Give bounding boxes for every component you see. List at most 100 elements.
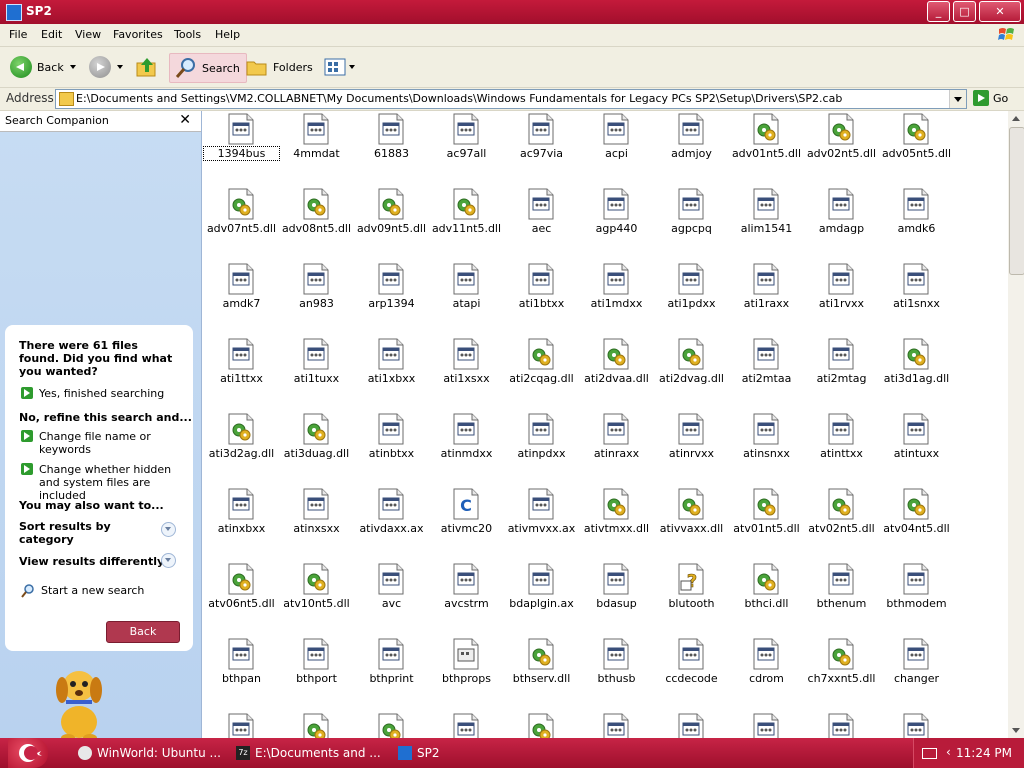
file-item[interactable]: ati3d2ag.dll	[204, 411, 279, 481]
file-item[interactable]: ativvaxx.dll	[654, 486, 729, 556]
file-item[interactable]: atv02nt5.dll	[804, 486, 879, 556]
menu-favorites[interactable]: Favorites	[113, 28, 163, 41]
address-dropdown-icon[interactable]	[949, 90, 966, 108]
file-item[interactable]: ati1raxx	[729, 261, 804, 331]
menu-tools[interactable]: Tools	[174, 28, 201, 41]
file-item[interactable]: adv05nt5.dll	[879, 111, 954, 181]
file-item[interactable]: adv09nt5.dll	[354, 186, 429, 256]
file-item[interactable]: atinbtxx	[354, 411, 429, 481]
file-item[interactable]: atintuxx	[879, 411, 954, 481]
file-item[interactable]: ati1ttxx	[204, 336, 279, 406]
file-item[interactable]: atinrvxx	[654, 411, 729, 481]
views-button[interactable]	[324, 53, 355, 81]
file-item[interactable]: ati1rvxx	[804, 261, 879, 331]
file-item[interactable]: adv02nt5.dll	[804, 111, 879, 181]
file-item[interactable]: ati3duag.dll	[279, 411, 354, 481]
address-path[interactable]: E:\Documents and Settings\VM2.COLLABNET\…	[76, 92, 842, 105]
file-item[interactable]: ati1mdxx	[579, 261, 654, 331]
vertical-scrollbar[interactable]	[1008, 111, 1024, 738]
file-item[interactable]: acpi	[579, 111, 654, 181]
file-item[interactable]	[354, 711, 429, 738]
view-results-link[interactable]: View results differently	[19, 555, 164, 568]
file-item[interactable]	[579, 711, 654, 738]
address-input[interactable]: E:\Documents and Settings\VM2.COLLABNET\…	[55, 89, 967, 109]
file-item[interactable]: ativmvxx.ax	[504, 486, 579, 556]
yes-finished-link[interactable]: Yes, finished searching	[21, 387, 164, 400]
file-item[interactable]: bthpan	[204, 636, 279, 706]
scroll-down-arrow-icon[interactable]	[1008, 722, 1024, 738]
file-item[interactable]: ati2mtaa	[729, 336, 804, 406]
sort-results-link[interactable]: Sort results by category	[19, 520, 129, 546]
companion-back-button[interactable]: Back	[106, 621, 180, 643]
file-item[interactable]: adv01nt5.dll	[729, 111, 804, 181]
file-item[interactable]: changer	[879, 636, 954, 706]
file-item[interactable]	[279, 711, 354, 738]
file-item[interactable]: atinraxx	[579, 411, 654, 481]
file-item[interactable]: bthusb	[579, 636, 654, 706]
file-item[interactable]: adv08nt5.dll	[279, 186, 354, 256]
menu-edit[interactable]: Edit	[41, 28, 62, 41]
menu-view[interactable]: View	[75, 28, 101, 41]
maximize-button[interactable]: □	[953, 1, 976, 22]
file-item[interactable]: amdagp	[804, 186, 879, 256]
file-item[interactable]: atv01nt5.dll	[729, 486, 804, 556]
forward-dropdown-icon[interactable]	[117, 65, 123, 69]
close-pane-icon[interactable]: ✕	[179, 112, 191, 128]
file-item[interactable]: ati2mtag	[804, 336, 879, 406]
file-item[interactable]: agp440	[579, 186, 654, 256]
file-item[interactable]: ? blutooth	[654, 561, 729, 631]
folders-button[interactable]: Folders	[245, 53, 313, 81]
show-hidden-icons-chevron-icon[interactable]: ‹	[946, 745, 951, 759]
file-item[interactable]: ch7xxnt5.dll	[804, 636, 879, 706]
file-item[interactable]	[729, 711, 804, 738]
file-item[interactable]: ati1btxx	[504, 261, 579, 331]
file-item[interactable]: ccdecode	[654, 636, 729, 706]
file-item[interactable]: atapi	[429, 261, 504, 331]
close-button[interactable]: ✕	[979, 1, 1021, 22]
file-item[interactable]: Cativmc20	[429, 486, 504, 556]
file-item[interactable]: bthserv.dll	[504, 636, 579, 706]
clock[interactable]: 11:24 PM	[956, 746, 1012, 760]
file-item[interactable]: ac97via	[504, 111, 579, 181]
menu-help[interactable]: Help	[215, 28, 240, 41]
file-item[interactable]: atv04nt5.dll	[879, 486, 954, 556]
search-button[interactable]: Search	[169, 53, 247, 83]
file-item[interactable]: atinxsxx	[279, 486, 354, 556]
file-item[interactable]	[654, 711, 729, 738]
file-item[interactable]: bthport	[279, 636, 354, 706]
file-item[interactable]: 1394bus	[203, 111, 280, 181]
file-item[interactable]: arp1394	[354, 261, 429, 331]
scroll-thumb[interactable]	[1009, 127, 1024, 275]
file-item[interactable]: amdk6	[879, 186, 954, 256]
file-item[interactable]: bthenum	[804, 561, 879, 631]
file-item[interactable]	[504, 711, 579, 738]
file-item[interactable]: amdk7	[204, 261, 279, 331]
expand-chevron-icon[interactable]	[161, 553, 176, 568]
file-item[interactable]: an983	[279, 261, 354, 331]
file-item[interactable]: avcstrm	[429, 561, 504, 631]
file-item[interactable]: atinttxx	[804, 411, 879, 481]
file-item[interactable]: aec	[504, 186, 579, 256]
file-item[interactable]: adv07nt5.dll	[204, 186, 279, 256]
file-item[interactable]: atv06nt5.dll	[204, 561, 279, 631]
file-item[interactable]: ativdaxx.ax	[354, 486, 429, 556]
file-item[interactable]: ac97all	[429, 111, 504, 181]
new-search-link[interactable]: Start a new search	[21, 584, 144, 598]
taskbar-item[interactable]: 7z E:\Documents and ...	[236, 743, 381, 763]
file-item[interactable]: ati1snxx	[879, 261, 954, 331]
file-item[interactable]: bthci.dll	[729, 561, 804, 631]
file-item[interactable]: adv11nt5.dll	[429, 186, 504, 256]
file-item[interactable]	[804, 711, 879, 738]
file-item[interactable]: 4mmdat	[279, 111, 354, 181]
file-item[interactable]: cdrom	[729, 636, 804, 706]
minimize-button[interactable]: _	[927, 1, 950, 22]
file-item[interactable]: ati1xbxx	[354, 336, 429, 406]
file-item[interactable]	[879, 711, 954, 738]
forward-button[interactable]	[89, 53, 123, 81]
file-item[interactable]: agpcpq	[654, 186, 729, 256]
file-item[interactable]: 61883	[354, 111, 429, 181]
file-item[interactable]: ati2dvag.dll	[654, 336, 729, 406]
file-item[interactable]: ati1xsxx	[429, 336, 504, 406]
file-item[interactable]: atv10nt5.dll	[279, 561, 354, 631]
file-item[interactable]: alim1541	[729, 186, 804, 256]
